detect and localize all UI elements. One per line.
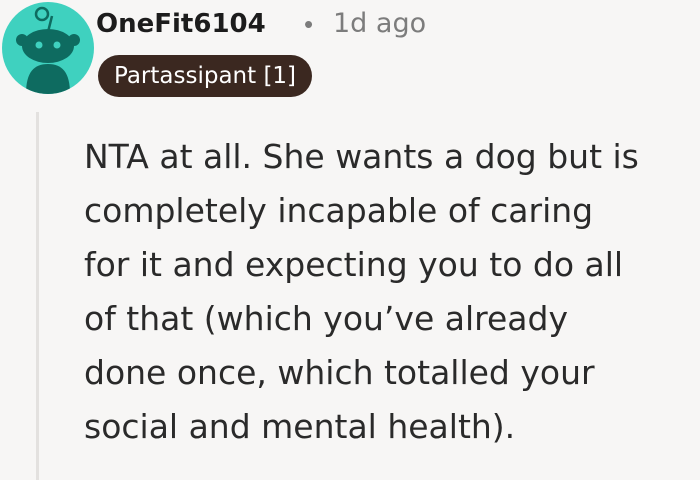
comment-body: NTA at all. She wants a dog but is compl… <box>84 130 684 454</box>
comment-body-line: done once, which totalled your <box>84 353 595 392</box>
comment-body-line: social and mental health). <box>84 407 516 446</box>
comment-author[interactable]: OneFit6104 <box>96 4 266 44</box>
user-avatar[interactable] <box>2 2 94 94</box>
thread-line[interactable] <box>36 112 39 480</box>
comment-timestamp[interactable]: 1d ago <box>333 4 426 44</box>
comment-body-line: completely incapable of caring <box>84 191 594 230</box>
comment-body-line: NTA at all. She wants a dog but is <box>84 137 639 176</box>
comment-body-line: of that (which you’ve already <box>84 299 568 338</box>
meta-separator: • <box>304 9 314 39</box>
comment-body-line: for it and expecting you to do all <box>84 245 624 284</box>
user-flair-badge: Partassipant [1] <box>98 55 313 97</box>
comment: OneFit6104 • 1d ago Partassipant [1] NTA… <box>0 0 700 480</box>
reddit-snoo-avatar-icon <box>16 6 80 94</box>
